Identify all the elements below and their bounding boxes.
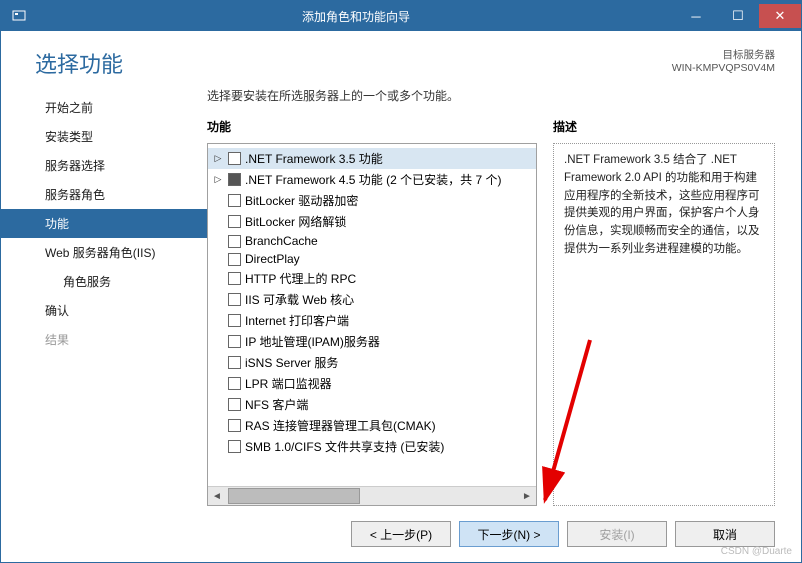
expand-icon	[212, 273, 224, 285]
horizontal-scrollbar[interactable]: ◄ ►	[208, 486, 536, 505]
cancel-button[interactable]: 取消	[675, 521, 775, 547]
header: 选择功能 目标服务器 WIN-KMPVQPS0V4M	[1, 31, 801, 83]
feature-label: .NET Framework 4.5 功能 (2 个已安装，共 7 个)	[245, 171, 501, 188]
feature-checkbox[interactable]	[228, 419, 241, 432]
window-title: 添加角色和功能向导	[37, 8, 675, 25]
feature-checkbox[interactable]	[228, 356, 241, 369]
wizard-footer: < 上一步(P) 下一步(N) > 安装(I) 取消	[1, 506, 801, 562]
expand-icon	[212, 235, 224, 247]
step-before-begin[interactable]: 开始之前	[1, 93, 207, 122]
feature-item[interactable]: ▷ .NET Framework 4.5 功能 (2 个已安装，共 7 个)	[208, 169, 536, 190]
feature-checkbox[interactable]	[228, 272, 241, 285]
feature-label: Internet 打印客户端	[245, 312, 349, 329]
description-column-label: 描述	[553, 118, 775, 135]
feature-label: .NET Framework 3.5 功能	[245, 150, 383, 167]
feature-item[interactable]: NFS 客户端	[208, 394, 536, 415]
scroll-thumb[interactable]	[228, 488, 360, 504]
feature-label: SMB 1.0/CIFS 文件共享支持 (已安装)	[245, 438, 444, 455]
expand-icon[interactable]: ▷	[212, 174, 224, 186]
target-server-label: 目标服务器	[672, 47, 775, 62]
watermark: CSDN @Duarte	[721, 546, 792, 557]
expand-icon	[212, 399, 224, 411]
feature-checkbox[interactable]	[228, 194, 241, 207]
feature-item[interactable]: BitLocker 网络解锁	[208, 211, 536, 232]
features-column-label: 功能	[207, 118, 537, 135]
feature-item[interactable]: DirectPlay	[208, 250, 536, 268]
feature-item[interactable]: BitLocker 驱动器加密	[208, 190, 536, 211]
app-icon	[7, 4, 31, 28]
feature-item[interactable]: IIS 可承载 Web 核心	[208, 289, 536, 310]
feature-label: BitLocker 网络解锁	[245, 213, 346, 230]
feature-label: RAS 连接管理器管理工具包(CMAK)	[245, 417, 436, 434]
feature-checkbox[interactable]	[228, 253, 241, 266]
step-features[interactable]: 功能	[1, 209, 207, 238]
feature-label: iSNS Server 服务	[245, 354, 338, 371]
feature-item[interactable]: SMB 1.0/CIFS 文件共享支持 (已安装)	[208, 436, 536, 457]
feature-checkbox[interactable]	[228, 335, 241, 348]
feature-label: NFS 客户端	[245, 396, 308, 413]
features-listbox[interactable]: ▷ .NET Framework 3.5 功能 ▷ .NET Framework 4.…	[207, 143, 537, 506]
feature-label: DirectPlay	[245, 252, 300, 266]
previous-button[interactable]: < 上一步(P)	[351, 521, 451, 547]
feature-item[interactable]: Internet 打印客户端	[208, 310, 536, 331]
feature-checkbox[interactable]	[228, 293, 241, 306]
expand-icon	[212, 441, 224, 453]
feature-label: IP 地址管理(IPAM)服务器	[245, 333, 380, 350]
feature-label: IIS 可承载 Web 核心	[245, 291, 354, 308]
wizard-window: 添加角色和功能向导 ─ ☐ ✕ 选择功能 目标服务器 WIN-KMPVQPS0V…	[0, 0, 802, 563]
step-web-server-role[interactable]: Web 服务器角色(IIS)	[1, 238, 207, 267]
minimize-button[interactable]: ─	[675, 4, 717, 28]
feature-checkbox[interactable]	[228, 377, 241, 390]
feature-checkbox[interactable]	[228, 173, 241, 186]
maximize-button[interactable]: ☐	[717, 4, 759, 28]
expand-icon	[212, 378, 224, 390]
expand-icon	[212, 336, 224, 348]
expand-icon	[212, 420, 224, 432]
feature-item[interactable]: ▷ .NET Framework 3.5 功能	[208, 148, 536, 169]
next-button[interactable]: 下一步(N) >	[459, 521, 559, 547]
feature-label: BranchCache	[245, 234, 318, 248]
feature-checkbox[interactable]	[228, 314, 241, 327]
install-button: 安装(I)	[567, 521, 667, 547]
step-confirm[interactable]: 确认	[1, 296, 207, 325]
scroll-right-icon[interactable]: ►	[518, 487, 536, 505]
step-server-roles[interactable]: 服务器角色	[1, 180, 207, 209]
step-server-select[interactable]: 服务器选择	[1, 151, 207, 180]
expand-icon	[212, 315, 224, 327]
feature-item[interactable]: iSNS Server 服务	[208, 352, 536, 373]
instruction-text: 选择要安装在所选服务器上的一个或多个功能。	[207, 87, 775, 104]
feature-item[interactable]: RAS 连接管理器管理工具包(CMAK)	[208, 415, 536, 436]
expand-icon	[212, 216, 224, 228]
expand-icon	[212, 195, 224, 207]
close-button[interactable]: ✕	[759, 4, 801, 28]
target-server-name: WIN-KMPVQPS0V4M	[672, 62, 775, 74]
feature-checkbox[interactable]	[228, 152, 241, 165]
step-role-services[interactable]: 角色服务	[1, 267, 207, 296]
feature-label: HTTP 代理上的 RPC	[245, 270, 356, 287]
expand-icon[interactable]: ▷	[212, 153, 224, 165]
step-install-type[interactable]: 安装类型	[1, 122, 207, 151]
feature-checkbox[interactable]	[228, 440, 241, 453]
scroll-left-icon[interactable]: ◄	[208, 487, 226, 505]
expand-icon	[212, 357, 224, 369]
feature-checkbox[interactable]	[228, 215, 241, 228]
feature-item[interactable]: LPR 端口监视器	[208, 373, 536, 394]
titlebar[interactable]: 添加角色和功能向导 ─ ☐ ✕	[1, 1, 801, 31]
feature-item[interactable]: HTTP 代理上的 RPC	[208, 268, 536, 289]
expand-icon	[212, 294, 224, 306]
feature-checkbox[interactable]	[228, 398, 241, 411]
wizard-steps-sidebar: 开始之前 安装类型 服务器选择 服务器角色 功能 Web 服务器角色(IIS) …	[1, 83, 207, 506]
page-title: 选择功能	[35, 47, 672, 79]
feature-item[interactable]: BranchCache	[208, 232, 536, 250]
description-text: .NET Framework 3.5 结合了 .NET Framework 2.…	[553, 143, 775, 506]
step-results: 结果	[1, 325, 207, 354]
target-server-info: 目标服务器 WIN-KMPVQPS0V4M	[672, 47, 775, 74]
feature-label: LPR 端口监视器	[245, 375, 332, 392]
feature-checkbox[interactable]	[228, 235, 241, 248]
expand-icon	[212, 253, 224, 265]
feature-label: BitLocker 驱动器加密	[245, 192, 358, 209]
feature-item[interactable]: IP 地址管理(IPAM)服务器	[208, 331, 536, 352]
